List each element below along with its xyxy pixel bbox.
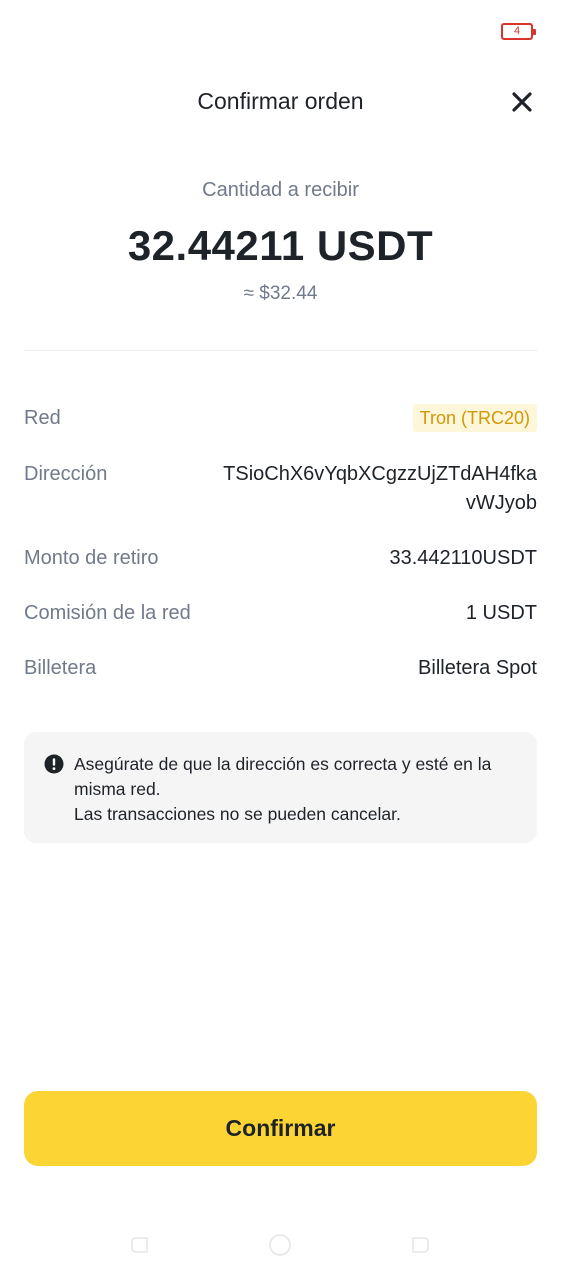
confirm-order-screen: 4 Confirmar orden Cantidad a recibir 32.… [0, 0, 561, 1280]
warning-box: Asegúrate de que la dirección es correct… [24, 732, 537, 843]
system-nav-bar [0, 1220, 561, 1260]
network-fee-label: Comisión de la red [24, 602, 191, 624]
close-icon [512, 92, 532, 112]
back-nav-icon[interactable] [128, 1233, 152, 1257]
wallet-value: Billetera Spot [418, 657, 537, 679]
amount-fiat-value: ≈ $32.44 [243, 283, 318, 304]
network-badge: Tron (TRC20) [412, 404, 537, 432]
close-button[interactable] [506, 86, 538, 118]
warning-line-2: Las transacciones no se pueden cancelar. [74, 804, 401, 824]
confirm-button[interactable]: Confirmar [24, 1091, 537, 1166]
network-label: Red [24, 407, 61, 429]
withdraw-amount-label: Monto de retiro [24, 547, 159, 569]
amount-label: Cantidad a recibir [202, 179, 359, 201]
battery-level: 4 [513, 25, 521, 37]
home-nav-icon[interactable] [268, 1233, 292, 1257]
battery-icon: 4 [501, 23, 536, 40]
wallet-label: Billetera [24, 657, 97, 679]
address-value: TSioChX6vYqbXCgzzUjZTdAH4fkavWJyob [223, 463, 537, 514]
warning-line-1: Asegúrate de que la dirección es correct… [74, 754, 492, 799]
recent-apps-nav-icon[interactable] [408, 1233, 432, 1257]
network-fee-value: 1 USDT [465, 602, 537, 624]
divider [24, 350, 537, 351]
withdraw-amount-value: 33.442110USDT [389, 547, 538, 569]
exclamation-circle-icon [44, 754, 64, 774]
address-label: Dirección [24, 463, 108, 485]
status-bar: 4 [0, 0, 561, 60]
amount-value: 32.44211 USDT [127, 222, 434, 269]
page-title: Confirmar orden [197, 88, 364, 114]
warning-text: Asegúrate de que la dirección es correct… [74, 752, 519, 827]
